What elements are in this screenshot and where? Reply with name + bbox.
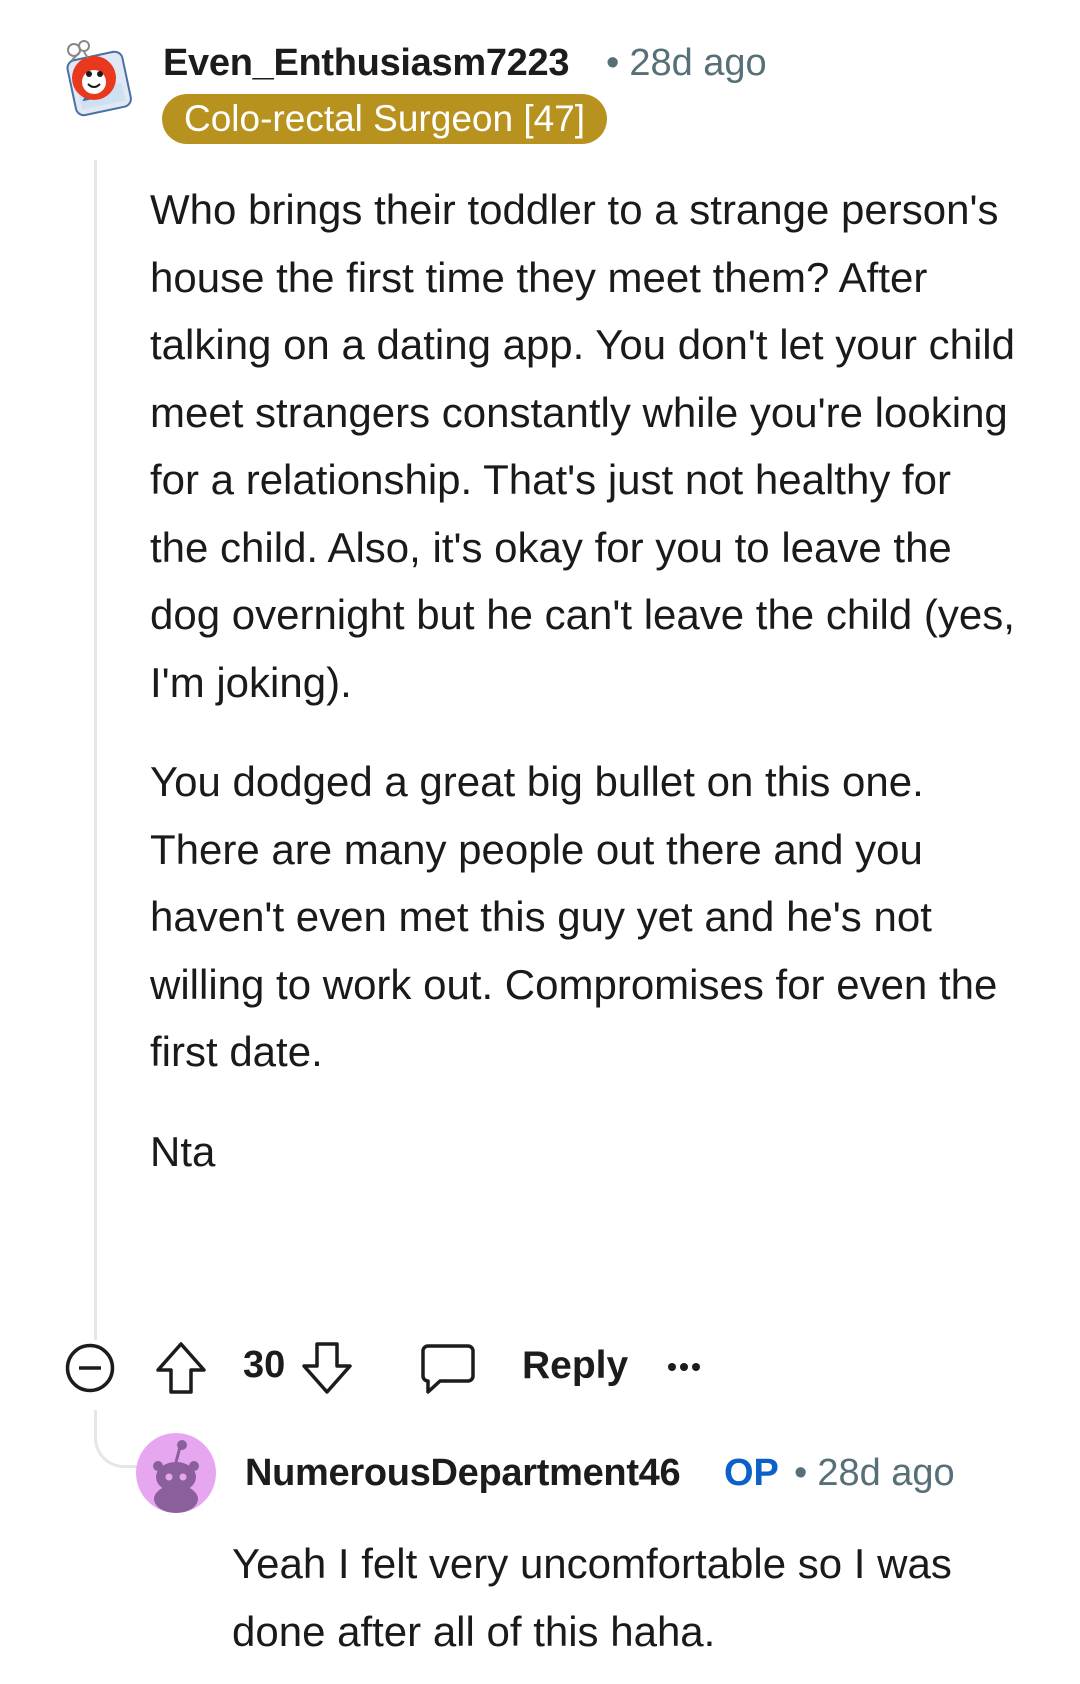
thread-connector (94, 1410, 138, 1468)
reply-button[interactable]: Reply (522, 1344, 628, 1388)
vote-count: 30 (243, 1344, 286, 1386)
reply-paragraph: Yeah I felt very uncomfortable so I was … (232, 1540, 952, 1655)
upvote-arrow-icon[interactable] (154, 1340, 208, 1401)
thread-line (94, 160, 97, 1340)
meta-separator: • (794, 1452, 808, 1494)
downvote-arrow-icon[interactable] (300, 1340, 354, 1401)
comment-timestamp: 28d ago (629, 42, 767, 84)
op-badge: OP (724, 1452, 779, 1494)
comment-paragraph: Who brings their toddler to a strange pe… (150, 186, 1015, 706)
reply-author[interactable]: NumerousDepartment46 (245, 1452, 681, 1495)
speech-bubble-icon[interactable] (420, 1342, 476, 1401)
comment-author[interactable]: Even_Enthusiasm7223 (163, 42, 569, 85)
more-options-icon[interactable] (666, 1360, 702, 1378)
reply-author-avatar[interactable] (136, 1433, 216, 1513)
comment-meta: • 28d ago (606, 42, 767, 85)
reply-meta: • 28d ago (794, 1452, 955, 1495)
collapse-minus-icon[interactable] (64, 1342, 116, 1399)
meta-separator: • (606, 42, 620, 84)
comment-paragraph: You dodged a great big bullet on this on… (150, 758, 998, 1075)
comment-paragraph: Nta (150, 1127, 216, 1175)
reply-body: Yeah I felt very uncomfortable so I was … (232, 1530, 1032, 1665)
author-avatar[interactable] (56, 38, 136, 118)
user-flair: Colo-rectal Surgeon [47] (162, 94, 608, 144)
comment-body: Who brings their toddler to a strange pe… (150, 176, 1020, 1185)
red-monster-snoovatar-icon (66, 40, 132, 117)
comment-action-bar: 30 Reply (0, 1330, 1080, 1410)
reply-timestamp: 28d ago (817, 1452, 955, 1494)
default-snoo-avatar-icon (153, 1440, 199, 1513)
